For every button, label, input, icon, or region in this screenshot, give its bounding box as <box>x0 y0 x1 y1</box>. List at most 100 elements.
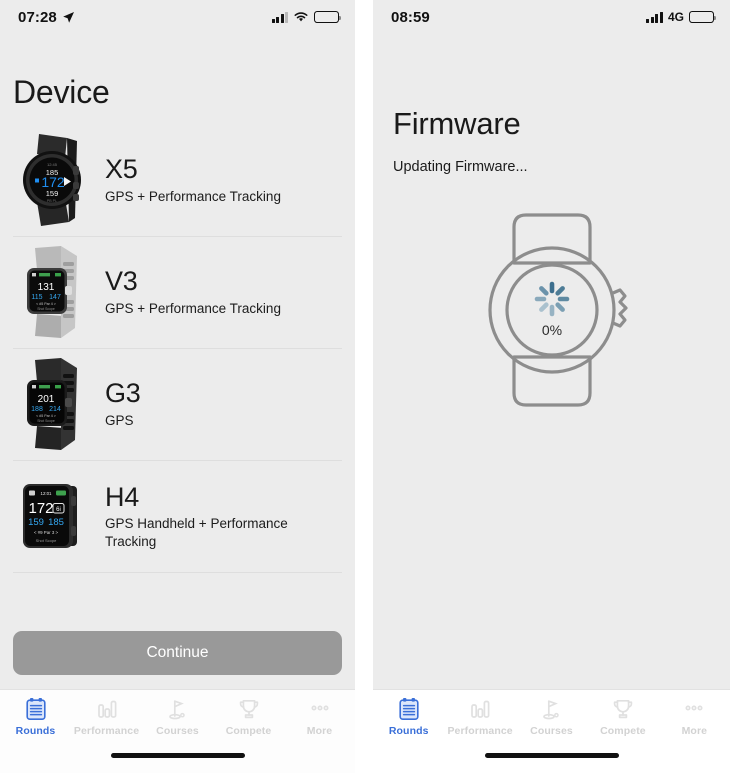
trophy-icon <box>237 696 261 722</box>
status-bar-left-group: 07:28 <box>18 9 75 26</box>
status-bar-time: 07:28 <box>18 8 57 26</box>
device-list-item-g3[interactable]: 201 188 214 < #5 Par 4 > Shot Scope G3 G… <box>13 349 342 461</box>
tab-label: More <box>681 725 708 737</box>
tab-label: Performance <box>73 725 140 737</box>
left-tab-bar: Rounds Performance Courses Compete More <box>0 689 355 751</box>
svg-text:6i: 6i <box>56 507 61 513</box>
device-name: G3 <box>105 378 141 409</box>
left-home-indicator-area <box>0 751 355 773</box>
svg-text:131: 131 <box>38 282 55 293</box>
clipboard-rounds-icon <box>25 696 47 722</box>
svg-text:115: 115 <box>31 294 42 301</box>
location-arrow-icon <box>63 11 74 23</box>
page-title: Firmware <box>393 106 521 141</box>
svg-text:< #9 Par 3 >: < #9 Par 3 > <box>34 530 59 535</box>
svg-text:< #5 Par 4 >: < #5 Par 4 > <box>36 414 56 418</box>
tab-compete[interactable]: Compete <box>213 696 284 737</box>
loading-spinner-icon <box>534 281 569 317</box>
status-bar-right-group: 4G <box>646 10 717 24</box>
svg-text:185: 185 <box>48 517 64 528</box>
svg-text:214: 214 <box>49 406 61 413</box>
bar-chart-icon <box>469 696 491 722</box>
ellipsis-icon <box>308 696 332 722</box>
svg-text:147: 147 <box>49 294 61 301</box>
smartwatch-outline-icon: 0% <box>487 213 628 407</box>
tab-compete[interactable]: Compete <box>587 696 658 737</box>
golf-flag-icon <box>540 696 564 722</box>
tab-label: Courses <box>156 725 199 737</box>
dual-screenshot-stage: 07:28 Device 12:45 185 172 159 PB PL X5 … <box>0 0 730 773</box>
left-phone-screen: 07:28 Device 12:45 185 172 159 PB PL X5 … <box>0 0 355 773</box>
left-status-bar: 07:28 <box>0 0 355 34</box>
svg-text:159: 159 <box>28 517 44 528</box>
ellipsis-icon <box>682 696 706 722</box>
device-list-item-x5[interactable]: 12:45 185 172 159 PB PL X5 GPS + Perform… <box>13 125 342 237</box>
right-status-bar: 08:59 4G <box>373 0 730 34</box>
tab-label: Performance <box>447 725 513 737</box>
device-name: H4 <box>105 481 139 512</box>
firmware-page: Firmware Updating Firmware... 0% <box>373 34 730 689</box>
tab-label: More <box>306 725 333 737</box>
wifi-icon <box>294 12 308 22</box>
clipboard-rounds-icon <box>398 696 420 722</box>
device-texts: X5 GPS + Performance Tracking <box>105 153 281 205</box>
device-page: Device 12:45 185 172 159 PB PL X5 GPS + … <box>0 34 355 689</box>
svg-text:188: 188 <box>31 406 43 413</box>
svg-text:159: 159 <box>46 189 59 198</box>
bar-chart-icon <box>96 696 118 722</box>
device-list: 12:45 185 172 159 PB PL X5 GPS + Perform… <box>0 125 355 573</box>
battery-full-icon <box>689 11 717 23</box>
tab-performance[interactable]: Performance <box>71 696 142 737</box>
device-description: GPS + Performance Tracking <box>105 188 281 204</box>
firmware-illustration: 0% <box>373 175 730 689</box>
watch-g3-black-square-image: 201 188 214 < #5 Par 4 > Shot Scope <box>13 356 97 452</box>
tab-rounds[interactable]: Rounds <box>373 696 444 737</box>
device-name: V3 <box>105 266 138 297</box>
device-texts: G3 GPS <box>105 377 141 429</box>
watch-v3-grey-square-image: 131 115 147 < #5 Par 4 > Shot Scope <box>13 244 97 340</box>
tab-courses[interactable]: Courses <box>142 696 213 737</box>
device-texts: H4 GPS Handheld + Performance Tracking <box>105 481 335 551</box>
tab-courses[interactable]: Courses <box>516 696 587 737</box>
svg-text:Shot Scope: Shot Scope <box>37 419 55 423</box>
svg-text:12:01: 12:01 <box>41 491 53 496</box>
svg-text:Shot Scope: Shot Scope <box>37 307 55 311</box>
device-description: GPS <box>105 412 134 428</box>
svg-text:PB PL: PB PL <box>47 199 57 203</box>
device-description: GPS Handheld + Performance Tracking <box>105 515 288 549</box>
tab-label: Compete <box>600 725 646 737</box>
home-indicator[interactable] <box>110 753 245 758</box>
handheld-h4-black-image: 12:01 172 6i 159 185 < #9 Par 3 > Shot S… <box>13 468 97 564</box>
status-bar-time: 08:59 <box>391 8 430 26</box>
device-name: X5 <box>105 154 138 185</box>
status-bar-left-group: 08:59 <box>391 9 430 26</box>
cellular-signal-icon <box>271 11 288 23</box>
firmware-progress-label: 0% <box>541 322 561 338</box>
svg-text:172: 172 <box>28 500 53 517</box>
svg-text:201: 201 <box>38 394 55 405</box>
status-bar-right-group <box>271 11 342 23</box>
tab-more[interactable]: More <box>659 696 730 737</box>
network-type-label: 4G <box>667 10 684 24</box>
page-title: Device <box>13 74 110 110</box>
svg-text:172: 172 <box>41 174 65 190</box>
golf-flag-icon <box>166 696 190 722</box>
svg-text:< #5 Par 4 >: < #5 Par 4 > <box>36 302 56 306</box>
trophy-icon <box>611 696 635 722</box>
tab-performance[interactable]: Performance <box>444 696 515 737</box>
tab-label: Rounds <box>388 725 429 737</box>
tab-label: Rounds <box>15 725 56 737</box>
continue-button[interactable]: Continue <box>13 631 342 675</box>
device-texts: V3 GPS + Performance Tracking <box>105 265 281 317</box>
device-list-item-h4[interactable]: 12:01 172 6i 159 185 < #9 Par 3 > Shot S… <box>13 461 342 573</box>
battery-full-icon <box>314 11 342 23</box>
cellular-signal-icon <box>646 11 663 23</box>
tab-label: Compete <box>225 725 272 737</box>
tab-more[interactable]: More <box>284 696 355 737</box>
device-list-item-v3[interactable]: 131 115 147 < #5 Par 4 > Shot Scope V3 G… <box>13 237 342 349</box>
continue-button-wrapper: Continue <box>0 613 355 689</box>
tab-rounds[interactable]: Rounds <box>0 696 71 737</box>
svg-text:12:45: 12:45 <box>47 162 58 167</box>
home-indicator[interactable] <box>484 753 619 758</box>
device-description: GPS + Performance Tracking <box>105 300 281 316</box>
